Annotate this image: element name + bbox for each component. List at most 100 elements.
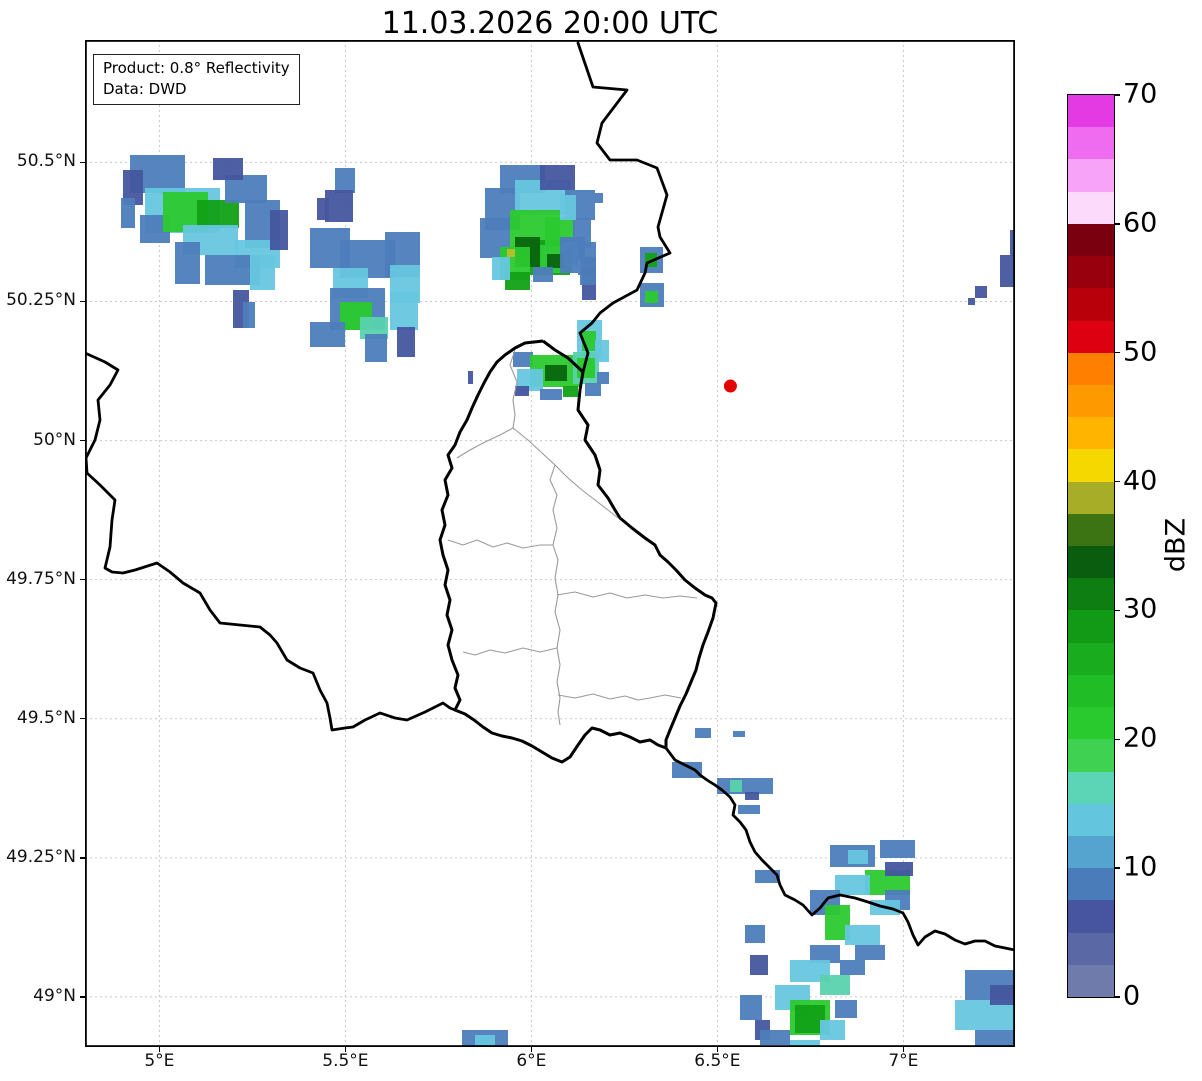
data-source-label: Data: DWD (103, 79, 187, 98)
colorbar-band (1068, 771, 1114, 804)
radar-echo (975, 1030, 1015, 1047)
radar-echo (820, 975, 850, 995)
colorbar-tick-mark (1114, 223, 1120, 225)
colorbar-tick-label: 20 (1123, 722, 1158, 754)
radar-echo (325, 190, 353, 222)
colorbar-band (1068, 448, 1114, 482)
colorbar-title: dBZ (1160, 517, 1192, 573)
x-axis-tick-label: 5.5°E (322, 1051, 369, 1071)
colorbar (1067, 94, 1115, 998)
radar-echo (738, 805, 760, 814)
x-axis-tick-mark (344, 1047, 347, 1052)
radar-echo (975, 286, 987, 298)
radar-echo (580, 257, 596, 285)
radar-echo (121, 198, 135, 228)
y-axis-tick-mark (80, 578, 85, 581)
x-axis-tick-mark (716, 1047, 719, 1052)
radar-echo (645, 291, 658, 303)
colorbar-band (1068, 384, 1114, 418)
colorbar-band (1068, 126, 1114, 160)
colorbar-band (1068, 191, 1114, 224)
radar-echo (760, 1030, 790, 1045)
radar-echo (820, 1020, 845, 1040)
y-axis-tick-label: 50°N (33, 429, 76, 450)
radar-echo (390, 292, 418, 330)
colorbar-band (1068, 867, 1114, 901)
colorbar-band (1068, 287, 1114, 321)
radar-echo (365, 334, 387, 362)
colorbar-tick-label: 30 (1123, 593, 1158, 625)
colorbar-tick-mark (1114, 480, 1120, 483)
radar-echo (213, 158, 243, 180)
radar-echo (533, 267, 553, 282)
x-axis-tick-label: 6°E (516, 1051, 547, 1071)
colorbar-tick-label: 10 (1123, 851, 1158, 883)
radar-echo (835, 875, 870, 895)
radar-echo (585, 383, 601, 396)
radar-echo (335, 168, 355, 193)
colorbar-band (1068, 94, 1114, 128)
colorbar-band (1068, 577, 1114, 611)
radar-echo (197, 200, 239, 228)
radar-echo (880, 840, 915, 858)
radar-echo (310, 322, 345, 347)
x-axis-tick-label: 5°E (144, 1051, 175, 1071)
colorbar-band (1068, 803, 1114, 836)
radar-echo (475, 1035, 495, 1045)
radar-echo (990, 985, 1015, 1005)
radar-echo (845, 925, 880, 945)
radar-echo (515, 386, 529, 396)
colorbar-band (1068, 255, 1114, 289)
radar-echo (672, 762, 702, 778)
radar-echo (848, 850, 868, 864)
radar-echo (507, 249, 515, 257)
radar-echo (733, 731, 745, 737)
y-axis-tick-mark (80, 300, 85, 303)
colorbar-band (1068, 642, 1114, 675)
radar-echo (492, 257, 510, 280)
radar-echo (397, 327, 415, 357)
x-axis-tick-mark (902, 1047, 905, 1052)
colorbar-band (1068, 320, 1114, 353)
colorbar-tick-label: 40 (1123, 464, 1158, 496)
colorbar-band (1068, 964, 1114, 997)
radar-echo (695, 728, 711, 738)
radar-echo (175, 242, 200, 284)
radar-echo (540, 389, 562, 400)
colorbar-band (1068, 706, 1114, 740)
radar-echo (885, 862, 913, 876)
radar-echo (750, 955, 768, 975)
radar-figure: 11.03.2026 20:00 UTC Product: 0.8° Refle… (0, 0, 1202, 1081)
radar-echo (317, 198, 329, 220)
radar-echo (540, 165, 575, 190)
y-axis-tick-mark (80, 857, 85, 859)
colorbar-band (1068, 159, 1114, 192)
radar-echo (468, 371, 473, 384)
y-axis-tick-mark (80, 718, 85, 720)
colorbar-tick-mark (1114, 867, 1120, 869)
x-axis-tick-label: 7°E (888, 1051, 919, 1071)
colorbar-band (1068, 416, 1114, 450)
radar-echo (595, 340, 609, 362)
radar-echo (560, 195, 576, 220)
colorbar-tick-mark (1114, 351, 1120, 354)
colorbar-tick-mark (1114, 609, 1120, 612)
radar-map-canvas (85, 40, 1015, 1047)
radar-echo (730, 780, 742, 792)
colorbar-band (1068, 352, 1114, 385)
y-axis-tick-label: 49.75°N (6, 568, 76, 589)
colorbar-tick-label: 60 (1123, 207, 1158, 239)
radar-echo (545, 365, 567, 381)
y-axis-tick-label: 50.25°N (6, 290, 76, 311)
figure-title: 11.03.2026 20:00 UTC (381, 6, 719, 41)
colorbar-tick-mark (1114, 738, 1120, 741)
radar-echo (243, 302, 255, 328)
radar-echo (968, 298, 975, 305)
radar-echo (855, 945, 885, 960)
colorbar-band (1068, 513, 1114, 546)
y-axis-tick-label: 50.5°N (16, 151, 76, 172)
radar-echo (560, 237, 578, 273)
colorbar-band (1068, 738, 1114, 772)
y-axis-tick-mark (80, 161, 85, 164)
colorbar-tick-label: 50 (1123, 335, 1158, 367)
